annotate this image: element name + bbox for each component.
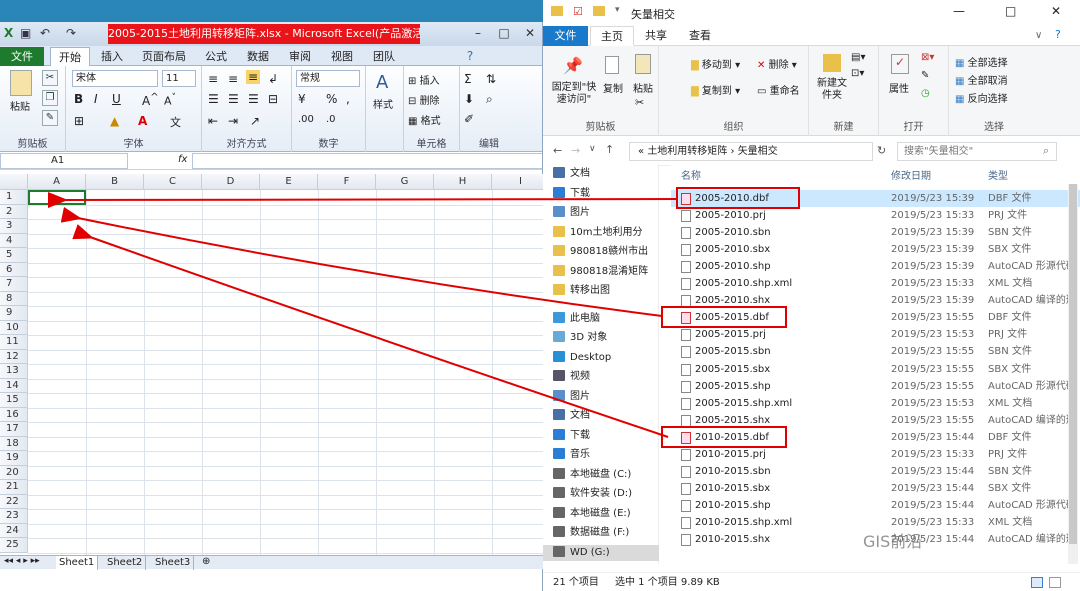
arrow-2005-2015 — [60, 206, 663, 317]
annotation-arrows — [47, 192, 678, 438]
arrow-2010-2015 — [72, 224, 669, 438]
arrow-2005-2010 — [47, 192, 678, 209]
